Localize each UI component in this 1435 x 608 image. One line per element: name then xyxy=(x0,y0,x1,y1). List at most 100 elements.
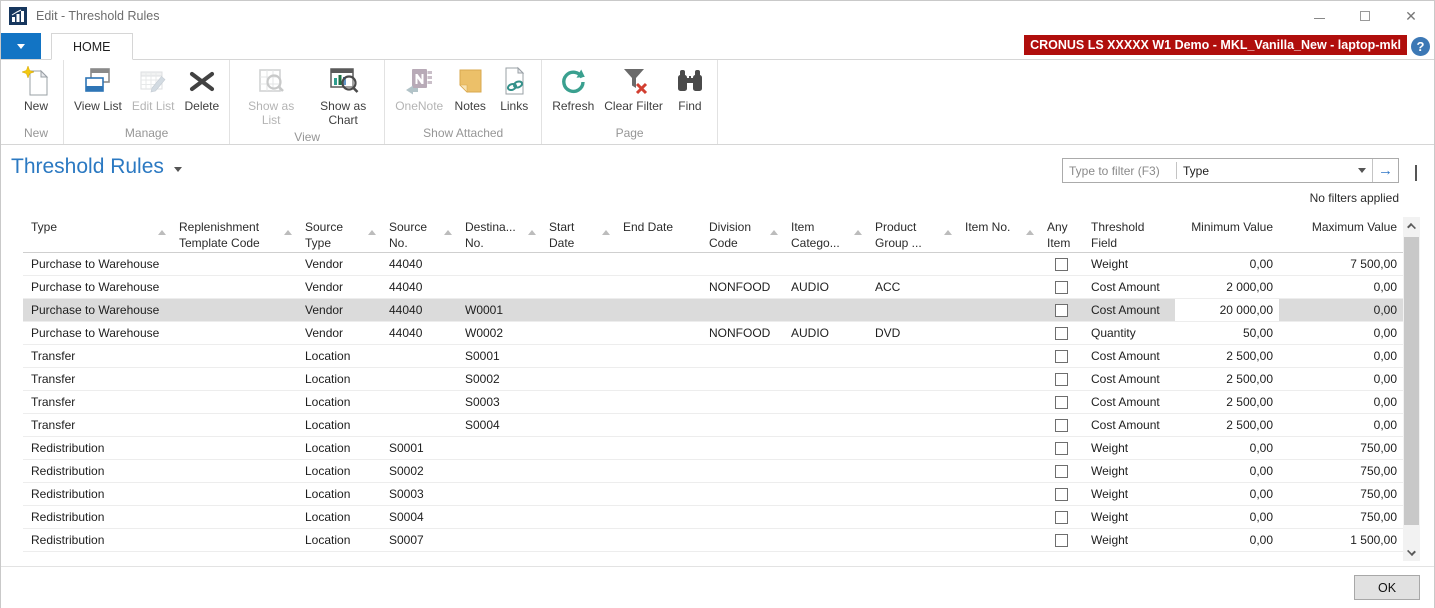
cell-destination-no[interactable] xyxy=(457,460,541,482)
cell-end-date[interactable] xyxy=(615,506,701,528)
cell-source-no[interactable]: S0001 xyxy=(381,437,457,459)
any-item-checkbox[interactable] xyxy=(1055,350,1068,363)
cell-source-no[interactable] xyxy=(381,345,457,367)
any-item-checkbox[interactable] xyxy=(1055,442,1068,455)
cell-source-no[interactable]: 44040 xyxy=(381,276,457,298)
cell-product-group[interactable] xyxy=(867,414,957,436)
cell-destination-no[interactable] xyxy=(457,483,541,505)
cell-item-category[interactable] xyxy=(783,345,867,367)
help-button[interactable]: ? xyxy=(1411,37,1430,56)
cell-item-category[interactable] xyxy=(783,529,867,551)
cell-type[interactable]: Redistribution xyxy=(23,460,171,482)
cell-source-no[interactable]: 44040 xyxy=(381,322,457,344)
minimize-button[interactable] xyxy=(1296,1,1342,31)
cell-start-date[interactable] xyxy=(541,345,615,367)
cell-minimum-value[interactable]: 0,00 xyxy=(1175,483,1279,505)
cell-type[interactable]: Purchase to Warehouse xyxy=(23,276,171,298)
cell-item-category[interactable] xyxy=(783,483,867,505)
cell-any-item[interactable] xyxy=(1039,506,1083,528)
maximize-button[interactable] xyxy=(1342,1,1388,31)
apply-filter-button[interactable]: → xyxy=(1372,159,1398,182)
cell-item-category[interactable] xyxy=(783,506,867,528)
table-row[interactable]: TransferLocationS0003Cost Amount2 500,00… xyxy=(23,391,1403,414)
cell-type[interactable]: Redistribution xyxy=(23,483,171,505)
cell-replenishment-template-code[interactable] xyxy=(171,460,297,482)
cell-end-date[interactable] xyxy=(615,460,701,482)
cell-division-code[interactable] xyxy=(701,299,783,321)
cell-maximum-value[interactable]: 1 500,00 xyxy=(1279,529,1403,551)
table-row[interactable]: Purchase to WarehouseVendor44040Weight0,… xyxy=(23,253,1403,276)
tab-home[interactable]: HOME xyxy=(51,33,133,60)
cell-start-date[interactable] xyxy=(541,483,615,505)
find-button[interactable]: Find xyxy=(668,63,712,113)
scroll-down-button[interactable] xyxy=(1403,544,1420,561)
table-row[interactable]: Purchase to WarehouseVendor44040W0001Cos… xyxy=(23,299,1403,322)
cell-division-code[interactable] xyxy=(701,253,783,275)
cell-type[interactable]: Transfer xyxy=(23,391,171,413)
cell-start-date[interactable] xyxy=(541,322,615,344)
ok-button[interactable]: OK xyxy=(1354,575,1420,600)
cell-end-date[interactable] xyxy=(615,345,701,367)
column-header-type[interactable]: Type xyxy=(23,217,171,252)
filter-input[interactable] xyxy=(1063,160,1176,181)
cell-division-code[interactable] xyxy=(701,391,783,413)
cell-minimum-value[interactable]: 2 500,00 xyxy=(1175,345,1279,367)
cell-product-group[interactable] xyxy=(867,299,957,321)
cell-item-no[interactable] xyxy=(957,529,1039,551)
cell-type[interactable]: Redistribution xyxy=(23,437,171,459)
column-header-start-date[interactable]: Start Date xyxy=(541,217,615,252)
cell-threshold-field[interactable]: Cost Amount xyxy=(1083,391,1175,413)
cell-division-code[interactable] xyxy=(701,368,783,390)
cell-source-type[interactable]: Location xyxy=(297,529,381,551)
table-row[interactable]: TransferLocationS0001Cost Amount2 500,00… xyxy=(23,345,1403,368)
cell-end-date[interactable] xyxy=(615,253,701,275)
cell-product-group[interactable] xyxy=(867,253,957,275)
table-row[interactable]: RedistributionLocationS0004Weight0,00750… xyxy=(23,506,1403,529)
links-button[interactable]: Links xyxy=(492,63,536,113)
column-header-end-date[interactable]: End Date xyxy=(615,217,701,252)
cell-threshold-field[interactable]: Cost Amount xyxy=(1083,276,1175,298)
new-button[interactable]: New xyxy=(14,63,58,113)
column-header-maximum-value[interactable]: Maximum Value xyxy=(1279,217,1403,252)
table-row[interactable]: RedistributionLocationS0003Weight0,00750… xyxy=(23,483,1403,506)
cell-maximum-value[interactable]: 0,00 xyxy=(1279,391,1403,413)
column-header-minimum-value[interactable]: Minimum Value xyxy=(1175,217,1279,252)
cell-maximum-value[interactable]: 750,00 xyxy=(1279,460,1403,482)
table-row[interactable]: RedistributionLocationS0002Weight0,00750… xyxy=(23,460,1403,483)
cell-minimum-value[interactable]: 0,00 xyxy=(1175,437,1279,459)
cell-threshold-field[interactable]: Weight xyxy=(1083,253,1175,275)
cell-start-date[interactable] xyxy=(541,414,615,436)
any-item-checkbox[interactable] xyxy=(1055,488,1068,501)
cell-replenishment-template-code[interactable] xyxy=(171,391,297,413)
cell-threshold-field[interactable]: Quantity xyxy=(1083,322,1175,344)
cell-product-group[interactable] xyxy=(867,529,957,551)
any-item-checkbox[interactable] xyxy=(1055,258,1068,271)
cell-destination-no[interactable] xyxy=(457,276,541,298)
cell-maximum-value[interactable]: 0,00 xyxy=(1279,414,1403,436)
cell-division-code[interactable]: NONFOOD xyxy=(701,276,783,298)
edit-list-button[interactable]: Edit List xyxy=(127,63,180,113)
cell-source-type[interactable]: Location xyxy=(297,391,381,413)
cell-minimum-value[interactable]: 0,00 xyxy=(1175,506,1279,528)
cell-maximum-value[interactable]: 7 500,00 xyxy=(1279,253,1403,275)
cell-replenishment-template-code[interactable] xyxy=(171,483,297,505)
cell-minimum-value[interactable]: 0,00 xyxy=(1175,529,1279,551)
cell-type[interactable]: Purchase to Warehouse xyxy=(23,322,171,344)
cell-start-date[interactable] xyxy=(541,460,615,482)
cell-any-item[interactable] xyxy=(1039,437,1083,459)
cell-end-date[interactable] xyxy=(615,414,701,436)
cell-maximum-value[interactable]: 0,00 xyxy=(1279,276,1403,298)
cell-item-category[interactable] xyxy=(783,368,867,390)
show-as-list-button[interactable]: Show as List xyxy=(235,63,307,128)
cell-destination-no[interactable] xyxy=(457,253,541,275)
table-row[interactable]: RedistributionLocationS0007Weight0,001 5… xyxy=(23,529,1403,552)
cell-source-type[interactable]: Location xyxy=(297,345,381,367)
cell-destination-no[interactable]: S0001 xyxy=(457,345,541,367)
cell-maximum-value[interactable]: 0,00 xyxy=(1279,299,1403,321)
cell-any-item[interactable] xyxy=(1039,322,1083,344)
cell-destination-no[interactable]: W0001 xyxy=(457,299,541,321)
cell-source-no[interactable] xyxy=(381,414,457,436)
column-header-any-item[interactable]: Any Item xyxy=(1039,217,1083,252)
cell-any-item[interactable] xyxy=(1039,345,1083,367)
cell-item-category[interactable]: AUDIO xyxy=(783,322,867,344)
